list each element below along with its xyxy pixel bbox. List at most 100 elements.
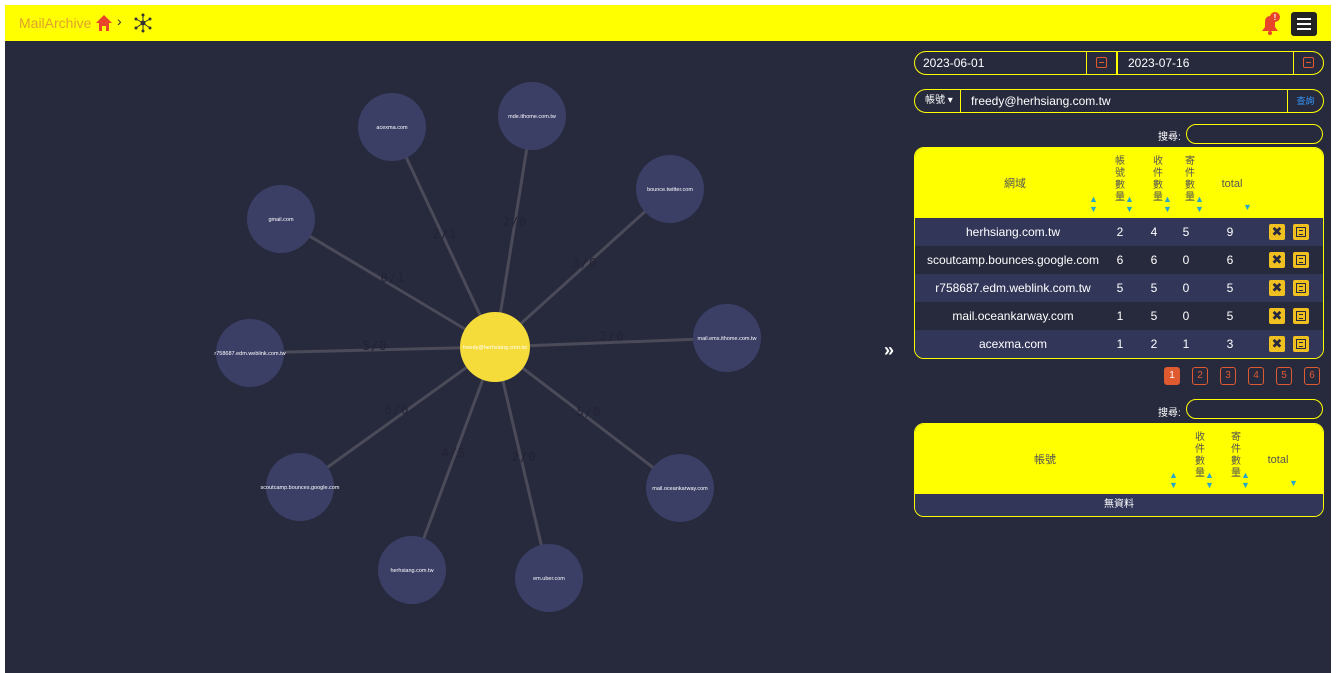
detail-icon[interactable]: [1293, 280, 1309, 296]
page-button[interactable]: 2: [1192, 367, 1208, 385]
col-domain[interactable]: 網域: [945, 178, 1085, 190]
node-label: bounce.twitter.com: [647, 187, 693, 193]
page-button[interactable]: 3: [1220, 367, 1236, 385]
header-char: 收: [1195, 432, 1205, 443]
detail-icon[interactable]: [1293, 224, 1309, 240]
node-label: em.uber.com: [533, 576, 565, 582]
node-label: mail.ems.ithome.com.tw: [698, 336, 757, 342]
table-row: scoutcamp.bounces.google.com 6 6 0 6 ✖: [915, 246, 1323, 274]
delete-icon[interactable]: ✖: [1269, 224, 1285, 240]
cell-total: 3: [1226, 337, 1234, 351]
cell-accounts: 6: [1116, 253, 1124, 267]
network-graph-icon[interactable]: [133, 13, 153, 33]
cell-accounts: 2: [1116, 225, 1124, 239]
col-total[interactable]: total: [1263, 454, 1293, 466]
cell-total: 9: [1226, 225, 1234, 239]
network-graph[interactable]: 2/1 2/0 3/0 0/1 2/0 5/0 5/0 6/0 4/5 2/0 acexma.co…: [5, 41, 905, 673]
query-button[interactable]: 查詢: [1287, 90, 1323, 112]
edge-label: 2/1: [433, 227, 458, 241]
cell-received: 4: [1150, 225, 1158, 239]
date-start-field[interactable]: 2023-06-01: [914, 51, 1117, 75]
sort-icon[interactable]: ▲ ▼: [1205, 470, 1214, 490]
node-label: herhsiang.com.tw: [390, 568, 433, 574]
detail-icon[interactable]: [1293, 252, 1309, 268]
cell-sent: 1: [1182, 337, 1190, 351]
cell-received: 2: [1150, 337, 1158, 351]
edge-label: 0/1: [381, 271, 406, 285]
node-label: gmail.com: [268, 217, 293, 223]
delete-icon[interactable]: ✖: [1269, 280, 1285, 296]
domain-table: 網域 ▲ ▼ 帳號數量 ▲ ▼ 收件數量 ▲ ▼ 寄件數量 ▲ ▼ total ▼ he…: [914, 147, 1324, 359]
cell-sent: 0: [1182, 253, 1190, 267]
domain-table-header: 網域 ▲ ▼ 帳號數量 ▲ ▼ 收件數量 ▲ ▼ 寄件數量 ▲ ▼ total ▼: [915, 148, 1323, 218]
cell-sent: 5: [1182, 225, 1190, 239]
sort-icon[interactable]: ▲ ▼: [1195, 194, 1204, 214]
calendar-icon[interactable]: [1293, 52, 1323, 74]
brand-link[interactable]: MailArchive: [19, 15, 91, 31]
col-total[interactable]: total: [1217, 178, 1247, 190]
cell-domain: herhsiang.com.tw: [965, 225, 1061, 239]
sort-desc-icon[interactable]: ▼: [1243, 202, 1252, 212]
sort-icon[interactable]: ▲ ▼: [1125, 194, 1134, 214]
account-table: 帳號 ▲ ▼ 收件數量 ▲ ▼ 寄件數量 ▲ ▼ total ▼ 無資料: [914, 423, 1324, 517]
sort-icon[interactable]: ▲ ▼: [1163, 194, 1172, 214]
sort-icon[interactable]: ▲ ▼: [1089, 194, 1098, 214]
top-navbar: MailArchive › !: [5, 5, 1331, 41]
account-search-label: 搜尋:: [1158, 408, 1181, 419]
cell-received: 6: [1150, 253, 1158, 267]
header-char: 件: [1231, 444, 1241, 455]
cell-received: 5: [1150, 281, 1158, 295]
delete-icon[interactable]: ✖: [1269, 336, 1285, 352]
page-button[interactable]: 5: [1276, 367, 1292, 385]
account-type-dropdown[interactable]: 帳號 ▾: [915, 90, 961, 112]
header-char: 件: [1153, 168, 1163, 179]
hamburger-menu-icon[interactable]: [1291, 12, 1317, 36]
notification-bell-icon[interactable]: !: [1257, 11, 1283, 37]
header-char: 號: [1115, 168, 1125, 179]
delete-icon[interactable]: ✖: [1269, 308, 1285, 324]
cell-accounts: 1: [1116, 337, 1124, 351]
header-char: 數: [1195, 456, 1205, 467]
cell-domain: mail.oceankarway.com: [952, 309, 1074, 323]
edge-label: 5/0: [363, 339, 388, 353]
detail-icon[interactable]: [1293, 308, 1309, 324]
domain-table-body: herhsiang.com.tw 2 4 5 9 ✖ scoutcamp.bounces.g…: [915, 218, 1323, 358]
edge-label: 2/0: [503, 215, 528, 229]
node-label: mde.ithome.com.tw: [508, 114, 556, 120]
node-label: r758687.edm.weblink.com.tw: [214, 351, 285, 357]
home-icon[interactable]: [95, 14, 113, 32]
header-char: 數: [1231, 456, 1241, 467]
cell-total: 5: [1226, 309, 1234, 323]
account-input[interactable]: freedy@herhsiang.com.tw: [961, 90, 1287, 112]
graph-edge: [493, 115, 534, 348]
edge-label: 3/0: [573, 256, 598, 270]
date-end-field[interactable]: 2023-07-16: [1117, 51, 1324, 75]
sort-desc-icon[interactable]: ▼: [1289, 478, 1298, 488]
sort-icon[interactable]: ▲ ▼: [1241, 470, 1250, 490]
sort-icon[interactable]: ▲ ▼: [1169, 470, 1178, 490]
table-row: mail.oceankarway.com 1 5 0 5 ✖: [915, 302, 1323, 330]
breadcrumb-separator: ›: [117, 13, 122, 29]
domain-search-input[interactable]: [1186, 124, 1323, 144]
header-char: 收: [1153, 156, 1163, 167]
detail-icon[interactable]: [1293, 336, 1309, 352]
col-account[interactable]: 帳號: [995, 454, 1095, 466]
cell-total: 5: [1226, 281, 1234, 295]
cell-received: 5: [1150, 309, 1158, 323]
account-search-input[interactable]: [1186, 399, 1323, 419]
edge-label: 2/0: [600, 329, 625, 343]
calendar-icon[interactable]: [1086, 52, 1116, 74]
page-button[interactable]: 1: [1164, 367, 1180, 385]
cell-sent: 0: [1182, 281, 1190, 295]
node-label: mail.oceankarway.com: [652, 486, 708, 492]
delete-icon[interactable]: ✖: [1269, 252, 1285, 268]
cell-sent: 0: [1182, 309, 1190, 323]
toggle-panel-button[interactable]: »: [884, 340, 894, 361]
page-button[interactable]: 6: [1304, 367, 1320, 385]
domain-search-label: 搜尋:: [1158, 132, 1181, 143]
header-char: 寄: [1231, 432, 1241, 443]
page-button[interactable]: 4: [1248, 367, 1264, 385]
date-start-value: 2023-06-01: [923, 56, 985, 70]
cell-domain: scoutcamp.bounces.google.com: [926, 253, 1100, 267]
header-char: 寄: [1185, 156, 1195, 167]
